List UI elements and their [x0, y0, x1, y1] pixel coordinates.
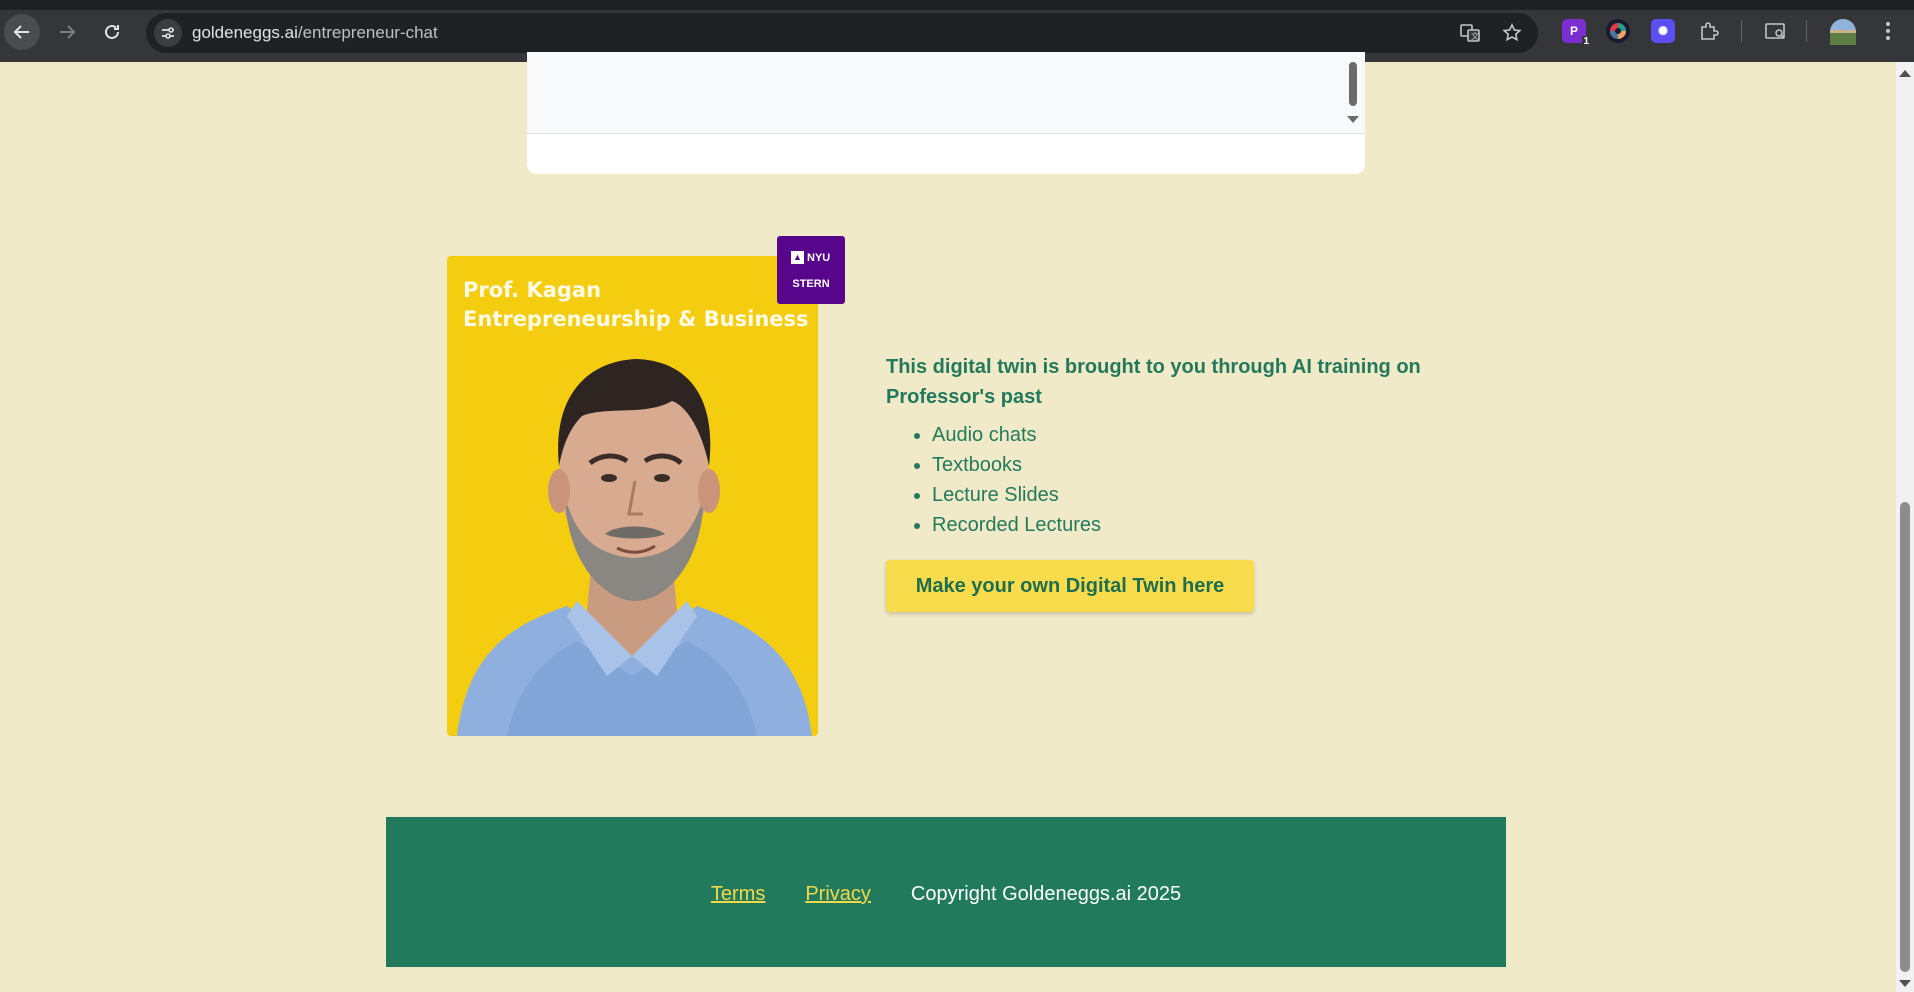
scroll-up-icon[interactable] [1899, 70, 1911, 77]
page-scrollbar[interactable] [1896, 62, 1914, 992]
nyu-logo-row: ▲ NYU [791, 251, 830, 264]
url-path: /entrepreneur-chat [297, 23, 438, 42]
chat-messages-area[interactable] [527, 52, 1365, 134]
professor-title: Prof. Kagan Entrepreneurship & Business [463, 276, 809, 334]
scroll-down-icon[interactable] [1899, 980, 1911, 987]
more-menu-icon[interactable] [1876, 19, 1900, 43]
chat-scroll-down-icon[interactable] [1347, 116, 1359, 123]
forward-button[interactable] [49, 14, 85, 50]
profile-avatar-icon[interactable] [1830, 19, 1856, 45]
professor-subject: Entrepreneurship & Business [463, 307, 809, 331]
footer: Terms Privacy Copyright Goldeneggs.ai 20… [386, 817, 1506, 967]
professor-card: Prof. Kagan Entrepreneurship & Business [447, 256, 818, 736]
chat-scrollbar-thumb[interactable] [1349, 62, 1357, 106]
digital-twin-info: This digital twin is brought to you thro… [886, 352, 1446, 540]
back-button[interactable] [4, 14, 40, 50]
info-headline: This digital twin is brought to you thro… [886, 356, 1421, 408]
arrow-right-icon [60, 25, 76, 39]
address-bar[interactable]: goldeneggs.ai/entrepreneur-chat 文 [146, 13, 1538, 53]
nyu-label: NYU [807, 251, 831, 264]
site-settings-icon[interactable] [154, 19, 182, 47]
chat-panel [527, 52, 1365, 174]
translate-icon[interactable]: 文 [1458, 21, 1482, 45]
tab-search-icon[interactable] [1764, 19, 1788, 43]
terms-link[interactable]: Terms [711, 883, 765, 906]
color-wheel-extension-icon[interactable] [1606, 19, 1630, 43]
toolbar-divider [1806, 20, 1807, 42]
toolbar-divider [1741, 20, 1742, 42]
tab-strip [0, 0, 1914, 10]
list-item: Lecture Slides [932, 480, 1446, 510]
professor-name: Prof. Kagan [463, 278, 602, 302]
flower-extension-icon[interactable]: ✺ [1651, 19, 1675, 43]
make-digital-twin-button[interactable]: Make your own Digital Twin here [886, 560, 1254, 612]
copyright-text: Copyright Goldeneggs.ai 2025 [910, 883, 1182, 905]
training-sources-list: Audio chats Textbooks Lecture Slides Rec… [886, 420, 1446, 540]
p-extension-icon[interactable]: P1 [1562, 19, 1590, 47]
stern-label: STERN [792, 278, 830, 290]
url-domain: goldeneggs.ai [192, 23, 298, 42]
list-item: Textbooks [932, 450, 1446, 480]
privacy-link[interactable]: Privacy [805, 883, 871, 906]
footer-links: Terms Privacy Copyright Goldeneggs.ai 20… [386, 883, 1506, 906]
url-text: goldeneggs.ai/entrepreneur-chat [192, 23, 438, 43]
bookmark-star-icon[interactable] [1500, 21, 1524, 45]
nyu-stern-logo: ▲ NYU STERN [777, 236, 845, 304]
reload-button[interactable] [94, 14, 130, 50]
torch-icon: ▲ [791, 251, 804, 264]
list-item: Audio chats [932, 420, 1446, 450]
svg-text:文: 文 [1471, 31, 1479, 41]
list-item: Recorded Lectures [932, 510, 1446, 540]
page-scrollbar-thumb[interactable] [1900, 502, 1910, 972]
page-content: Prof. Kagan Entrepreneurship & Business … [0, 52, 1896, 992]
arrow-left-icon [13, 25, 29, 39]
extensions-puzzle-icon[interactable] [1697, 19, 1721, 43]
reload-icon [105, 24, 119, 39]
